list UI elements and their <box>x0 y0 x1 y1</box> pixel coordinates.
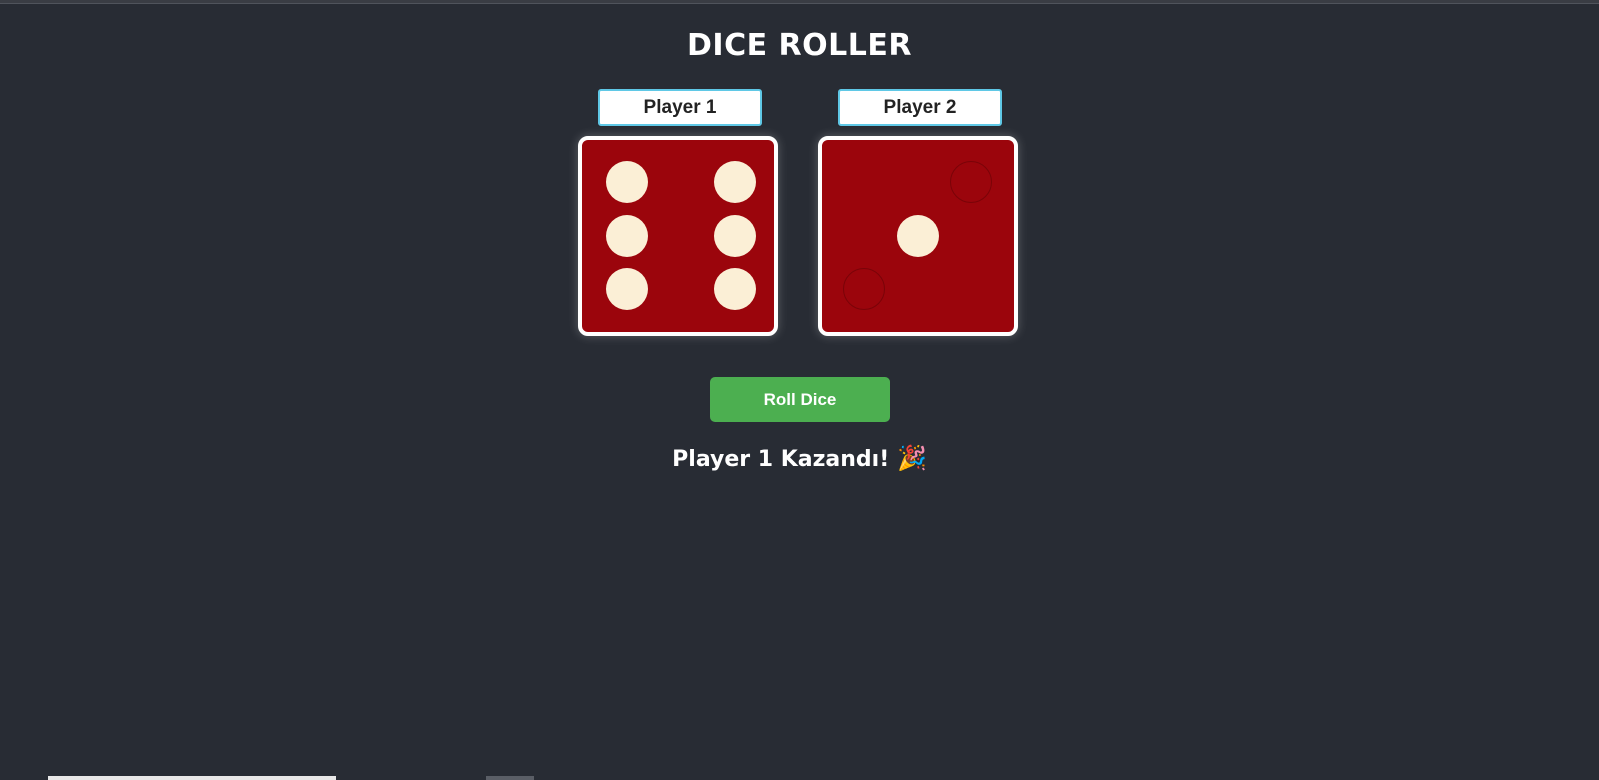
die-pip-hidden <box>843 268 885 310</box>
player-2-name-input[interactable] <box>838 89 1002 126</box>
page-title: DICE ROLLER <box>687 28 912 63</box>
player-1-die <box>578 136 778 336</box>
player-1-name-input[interactable] <box>598 89 762 126</box>
window-top-border <box>0 0 1599 4</box>
roll-dice-button[interactable]: Roll Dice <box>710 377 890 422</box>
die-pip <box>606 161 648 203</box>
die-pip-hidden <box>950 161 992 203</box>
taskbar-indicator <box>486 776 534 780</box>
die-pip <box>714 161 756 203</box>
result-text: Player 1 Kazandı! <box>672 447 890 472</box>
result-message: Player 1 Kazandı! 🎉 <box>0 444 1599 472</box>
taskbar-window-preview <box>48 776 336 780</box>
player-2-die <box>818 136 1018 336</box>
party-popper-icon: 🎉 <box>896 444 927 472</box>
die-pip <box>714 215 756 257</box>
die-pip <box>606 268 648 310</box>
die-pip <box>897 215 939 257</box>
die-pip <box>606 215 648 257</box>
die-pip <box>714 268 756 310</box>
